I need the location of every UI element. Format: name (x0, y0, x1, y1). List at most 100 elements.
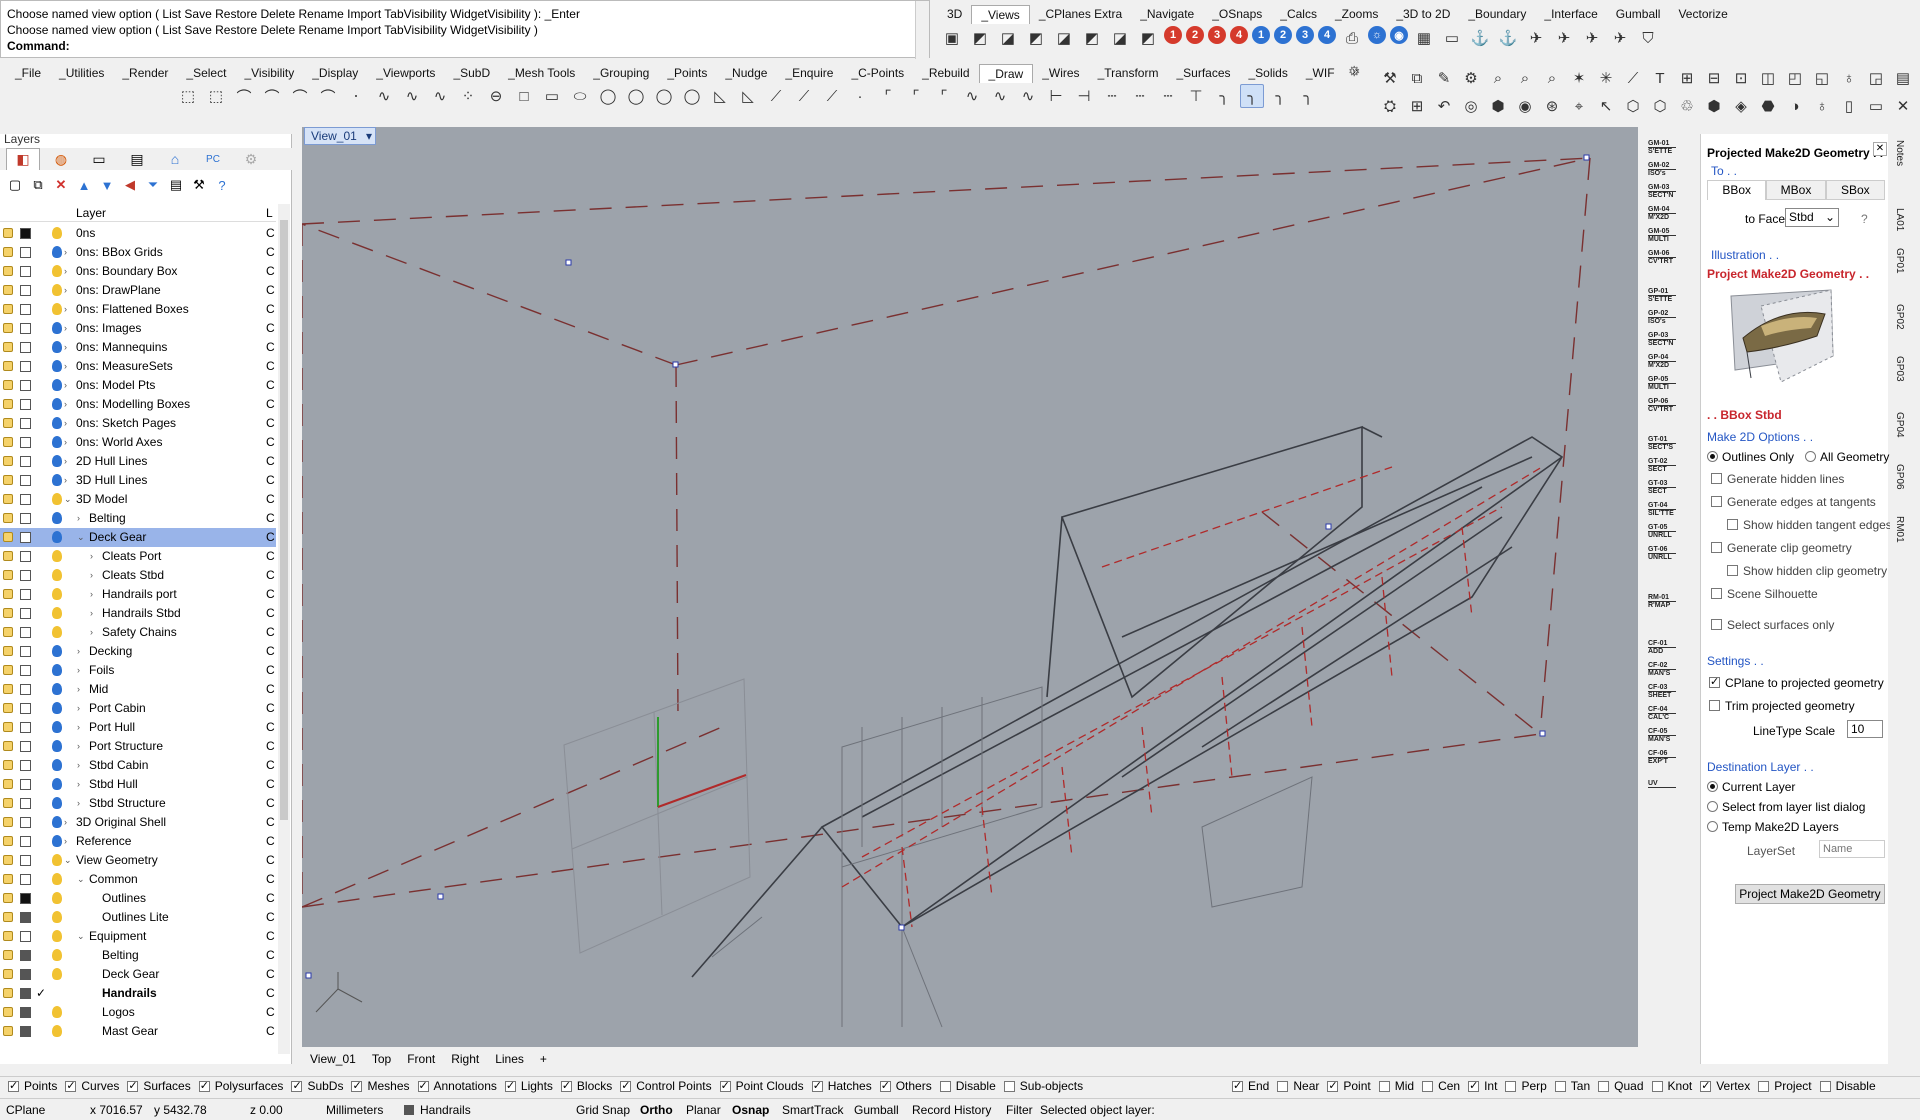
command-shortcut-button[interactable]: GM-05 MULTI (1648, 228, 1676, 243)
polyline-icon[interactable]: ⟋ (764, 84, 788, 108)
tool-icon[interactable]: ◫ (1756, 66, 1780, 90)
main-tab[interactable]: _Mesh Tools (499, 64, 584, 83)
layer-row[interactable]: › 0ns: MeasureSets C (0, 357, 276, 376)
viewport[interactable] (302, 127, 1638, 1047)
layer-row[interactable]: › Handrails port C (0, 585, 276, 604)
main-tab[interactable]: _Visibility (235, 64, 303, 83)
command-shortcut-button[interactable]: CF-04 CAL'C (1648, 706, 1676, 721)
trim-projected-checkbox[interactable]: Trim projected geometry (1709, 699, 1855, 713)
filter-checkbox[interactable]: Near (1277, 1079, 1319, 1093)
smarttrack-toggle[interactable]: SmartTrack (782, 1103, 844, 1117)
layer-color-swatch[interactable] (20, 285, 31, 296)
plugin-tab-icon[interactable]: PC (196, 148, 230, 170)
layer-color-swatch[interactable] (20, 304, 31, 315)
layer-row[interactable]: › Mid C (0, 680, 276, 699)
search-icon[interactable]: ⌕ (1486, 66, 1510, 90)
page-icon[interactable]: ▤ (167, 176, 185, 194)
arc-icon[interactable]: ⌒ (288, 84, 312, 108)
layer-row[interactable]: › 0ns: DrawPlane C (0, 281, 276, 300)
lock-icon[interactable] (3, 323, 13, 333)
all-geometry-radio[interactable]: All Geometry (1805, 450, 1889, 464)
lock-icon[interactable] (3, 342, 13, 352)
fillet-icon[interactable]: ╮ (1268, 84, 1292, 108)
lock-icon[interactable] (3, 760, 13, 770)
frame-icon[interactable]: ⌜ (904, 84, 928, 108)
layer-color-swatch[interactable] (20, 741, 31, 752)
sun-icon[interactable]: ☼ (1368, 26, 1386, 44)
polyline-icon[interactable]: ⟋ (820, 84, 844, 108)
layer-color-swatch[interactable] (20, 532, 31, 543)
layer-row[interactable]: › 0ns: Boundary Box C (0, 262, 276, 281)
gen-clip-checkbox[interactable]: Generate clip geometry (1711, 541, 1852, 555)
lock-icon[interactable] (3, 494, 13, 504)
move-left-icon[interactable]: ◀ (121, 176, 139, 194)
layerset-input[interactable] (1819, 840, 1885, 858)
lightbulb-icon[interactable] (52, 702, 62, 714)
filter-checkbox[interactable]: Surfaces (127, 1079, 191, 1093)
close-icon[interactable]: ✕ (1873, 142, 1887, 156)
shield-icon[interactable]: ⛉ (1636, 26, 1660, 50)
color-tab-icon[interactable]: ◍ (44, 148, 78, 170)
lightbulb-icon[interactable] (52, 227, 62, 239)
printer-icon[interactable]: ⎙ (1340, 26, 1364, 50)
fillet-icon[interactable]: ╮ (1212, 84, 1236, 108)
lock-icon[interactable] (3, 779, 13, 789)
layer-row[interactable]: › 0ns: Sketch Pages C (0, 414, 276, 433)
chevron-right-icon[interactable]: › (64, 319, 67, 338)
layer-row[interactable]: › 3D Hull Lines C (0, 471, 276, 490)
rect-icon[interactable]: □ (512, 84, 536, 108)
command-shortcut-button[interactable]: GT-06 UNRLL (1648, 546, 1676, 561)
chevron-right-icon[interactable]: › (77, 661, 80, 680)
filter-checkbox[interactable]: Cen (1422, 1079, 1460, 1093)
layer-row[interactable]: › 0ns: Flattened Boxes C (0, 300, 276, 319)
filter-checkbox[interactable]: Project (1758, 1079, 1812, 1093)
top-tab[interactable]: _Navigate (1131, 5, 1203, 24)
view-icon[interactable]: ◪ (996, 26, 1020, 50)
side-tab[interactable]: GP01 (1894, 248, 1905, 274)
layer-row[interactable]: › Port Hull C (0, 718, 276, 737)
command-shortcut-button[interactable]: GT-01 SECT'S (1648, 436, 1676, 451)
filter-checkbox[interactable]: Point Clouds (719, 1079, 804, 1093)
lightbulb-icon[interactable] (52, 303, 62, 315)
plane-icon[interactable]: ✈ (1524, 26, 1548, 50)
ortho-toggle[interactable]: Ortho (640, 1103, 673, 1117)
lock-icon[interactable] (3, 931, 13, 941)
record-history-toggle[interactable]: Record History (912, 1103, 991, 1117)
lock-icon[interactable] (3, 266, 13, 276)
window-icon[interactable]: ▭ (1440, 26, 1464, 50)
lightbulb-icon[interactable]: ♁ (1810, 94, 1834, 118)
linetype-input[interactable]: 10 (1847, 720, 1883, 738)
star-icon[interactable]: ✶ (1567, 66, 1591, 90)
layers-scrollbar[interactable] (278, 204, 290, 1054)
tool-icon[interactable]: ⧉ (1405, 66, 1429, 90)
number-1-icon[interactable]: 1 (1252, 26, 1270, 44)
layer-color-swatch[interactable] (20, 779, 31, 790)
chevron-down-icon[interactable]: ⌄ (64, 851, 72, 870)
lock-icon[interactable] (3, 912, 13, 922)
lock-icon[interactable] (3, 228, 13, 238)
lightbulb-icon[interactable] (52, 360, 62, 372)
cplane-label[interactable]: CPlane (6, 1103, 45, 1117)
lock-icon[interactable] (3, 589, 13, 599)
curve-icon[interactable]: ∿ (960, 84, 984, 108)
layer-color-swatch[interactable] (20, 380, 31, 391)
filter-checkbox[interactable]: End (1232, 1079, 1269, 1093)
layer-color-swatch[interactable] (20, 589, 31, 600)
lightbulb-icon[interactable] (52, 949, 62, 961)
lightbulb-icon[interactable] (52, 550, 62, 562)
lock-icon[interactable] (3, 836, 13, 846)
layer-color-swatch[interactable] (20, 323, 31, 334)
lightbulb-icon[interactable] (52, 797, 62, 809)
close-icon[interactable]: ✕ (1891, 94, 1915, 118)
grid-snap-toggle[interactable]: Grid Snap (576, 1103, 630, 1117)
number-1-icon[interactable]: 1 (1164, 26, 1182, 44)
ellipse-icon[interactable]: ⬭ (568, 84, 592, 108)
layer-color-swatch[interactable] (20, 456, 31, 467)
chevron-down-icon[interactable]: ▾ (366, 128, 372, 144)
lock-icon[interactable] (3, 513, 13, 523)
top-tab[interactable]: 3D (938, 5, 971, 24)
layer-row[interactable]: › Cleats Stbd C (0, 566, 276, 585)
tool-icon[interactable]: ⬡ (1621, 94, 1645, 118)
layer-row[interactable]: › Stbd Hull C (0, 775, 276, 794)
lightbulb-icon[interactable] (52, 512, 62, 524)
